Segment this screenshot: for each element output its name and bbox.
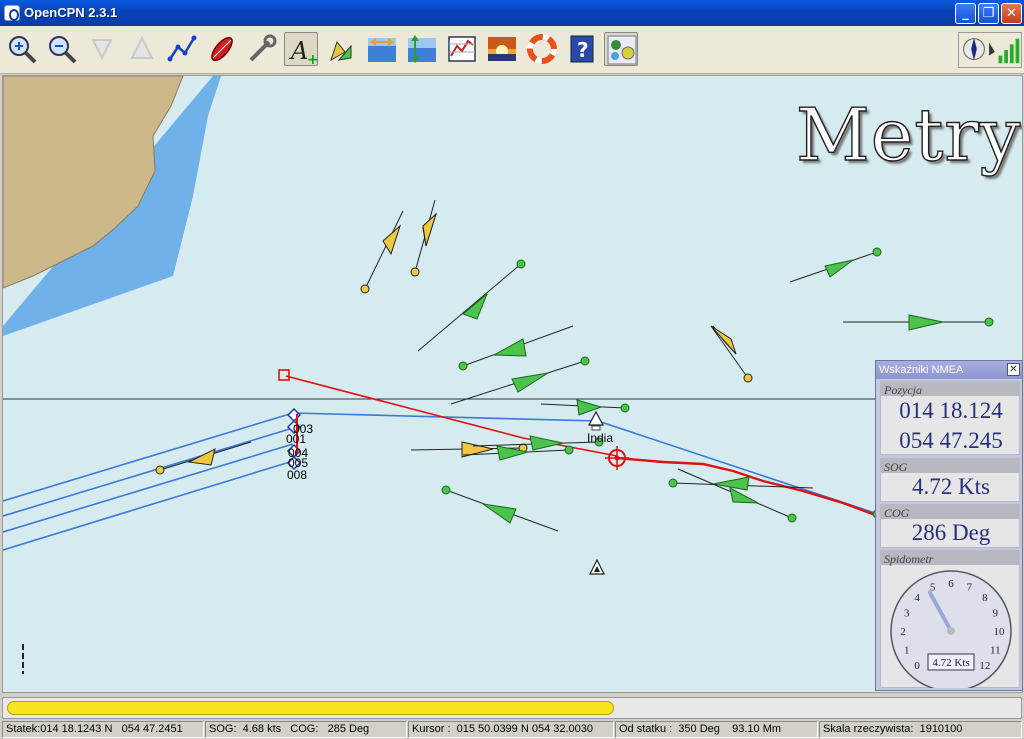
- cog-value: 286 Deg: [911, 520, 991, 545]
- opencpn-window: OpenCPN 2.3.1 _ ❐ ✕ A + ? Metry 003 001 …: [0, 0, 1024, 739]
- ais-icon[interactable]: [325, 32, 359, 66]
- status-bar: Statek:014 18.1243 N 054 47.2451 SOG: 4.…: [0, 720, 1024, 739]
- text-icon[interactable]: A +: [284, 32, 319, 68]
- speedometer-tick-label: 7: [967, 582, 973, 594]
- speedometer-dial: 012345 6 789101112 4.72 Kts: [890, 570, 1012, 688]
- status-sog-cog: SOG: 4.68 kts COG: 285 Deg: [205, 721, 407, 738]
- speedometer-tick-label: 6: [948, 578, 954, 590]
- speedometer-tick-label: 0: [914, 660, 920, 672]
- status-from-ship: Od statku : 350 Deg 93.10 Mm: [615, 721, 818, 738]
- waypoint-label: 008: [287, 468, 308, 482]
- progress-strip: [2, 697, 1022, 719]
- speedometer-tick-label: 12: [979, 660, 990, 672]
- scale-in-icon[interactable]: [85, 32, 119, 66]
- speedometer-readout: 4.72 Kts: [932, 657, 969, 669]
- status-indicator-panel: [958, 32, 1022, 68]
- cog-label: COG: [884, 506, 910, 520]
- waypoint-label: 001: [286, 432, 307, 446]
- scale-out-icon[interactable]: [125, 32, 159, 66]
- latitude-value: 014 18.124: [899, 398, 1003, 423]
- window-title: OpenCPN 2.3.1: [24, 5, 118, 20]
- ais-targets-yellow: [155, 199, 753, 475]
- position-section: Pozycja 014 18.124 054 47.245: [880, 381, 1020, 455]
- current-icon[interactable]: [365, 32, 399, 66]
- sog-label: SOG: [884, 460, 908, 474]
- zoom-out-icon[interactable]: [45, 32, 79, 66]
- station-label: India: [587, 431, 614, 445]
- speedometer-tick-label: 10: [994, 626, 1006, 638]
- close-button[interactable]: ✕: [1001, 3, 1022, 24]
- nmea-panel: Wskaźniki NMEA ✕ Pozycja 014 18.124 054 …: [875, 360, 1023, 691]
- svg-text:A: A: [289, 37, 308, 65]
- speedometer-label: Spidometr: [884, 552, 934, 566]
- nmea-close-button[interactable]: ✕: [1007, 363, 1020, 376]
- speedometer-tick-label: 2: [900, 626, 906, 638]
- station-triangle: [587, 410, 605, 426]
- position-label: Pozycja: [884, 383, 922, 397]
- tide-icon[interactable]: [405, 32, 439, 66]
- sog-section: SOG 4.72 Kts: [880, 458, 1020, 502]
- title-bar: OpenCPN 2.3.1 _ ❐ ✕: [0, 0, 1024, 26]
- speedometer-tick-label: 11: [990, 644, 1001, 656]
- nmea-panel-title: Wskaźniki NMEA ✕: [876, 361, 1022, 379]
- chart-canvas[interactable]: Metry 003 001 004 005 008 India: [2, 75, 1023, 693]
- toolbar: A + ?: [0, 26, 1024, 74]
- svg-text:?: ?: [577, 38, 589, 62]
- status-ship-position: Statek:014 18.1243 N 054 47.2451: [2, 721, 204, 738]
- mob-icon[interactable]: [525, 32, 559, 66]
- speedometer-tick-label: 9: [993, 608, 999, 620]
- minimize-button[interactable]: _: [955, 3, 976, 24]
- speedometer-tick-label: 1: [904, 644, 910, 656]
- app-icon: [4, 5, 20, 21]
- settings-icon[interactable]: [245, 32, 279, 66]
- zoom-in-icon[interactable]: [5, 32, 39, 66]
- svg-text:+: +: [307, 52, 319, 67]
- speedometer-tick-label: 4: [914, 592, 920, 604]
- nmea-display-icon[interactable]: [604, 32, 638, 66]
- speedometer-tick-label: 3: [904, 608, 910, 620]
- night-mode-icon[interactable]: [485, 32, 519, 66]
- sog-value: 4.72 Kts: [912, 474, 990, 499]
- speedometer-tick-label: 8: [982, 592, 988, 604]
- follow-ship-icon[interactable]: [205, 32, 239, 66]
- print-icon[interactable]: [445, 32, 479, 66]
- speedometer-section: Spidometr 0 1 2 3 4 5 6 7 8 9 10 11 12 4.72 Kts: [880, 550, 1020, 688]
- status-cursor: Kursor : 015 50.0399 N 054 32.0030: [408, 721, 614, 738]
- route-icon[interactable]: [165, 32, 199, 66]
- nmea-title-text: Wskaźniki NMEA: [879, 364, 964, 376]
- longitude-value: 054 47.245: [899, 428, 1003, 453]
- status-scale: Skala rzeczywista: 1910100: [819, 721, 1022, 738]
- depth-units-label: Metry: [795, 92, 1022, 177]
- cog-section: COG 286 Deg: [880, 504, 1020, 548]
- maximize-button[interactable]: ❐: [978, 3, 999, 24]
- help-icon[interactable]: ?: [565, 32, 599, 66]
- progress-fill: [7, 701, 615, 715]
